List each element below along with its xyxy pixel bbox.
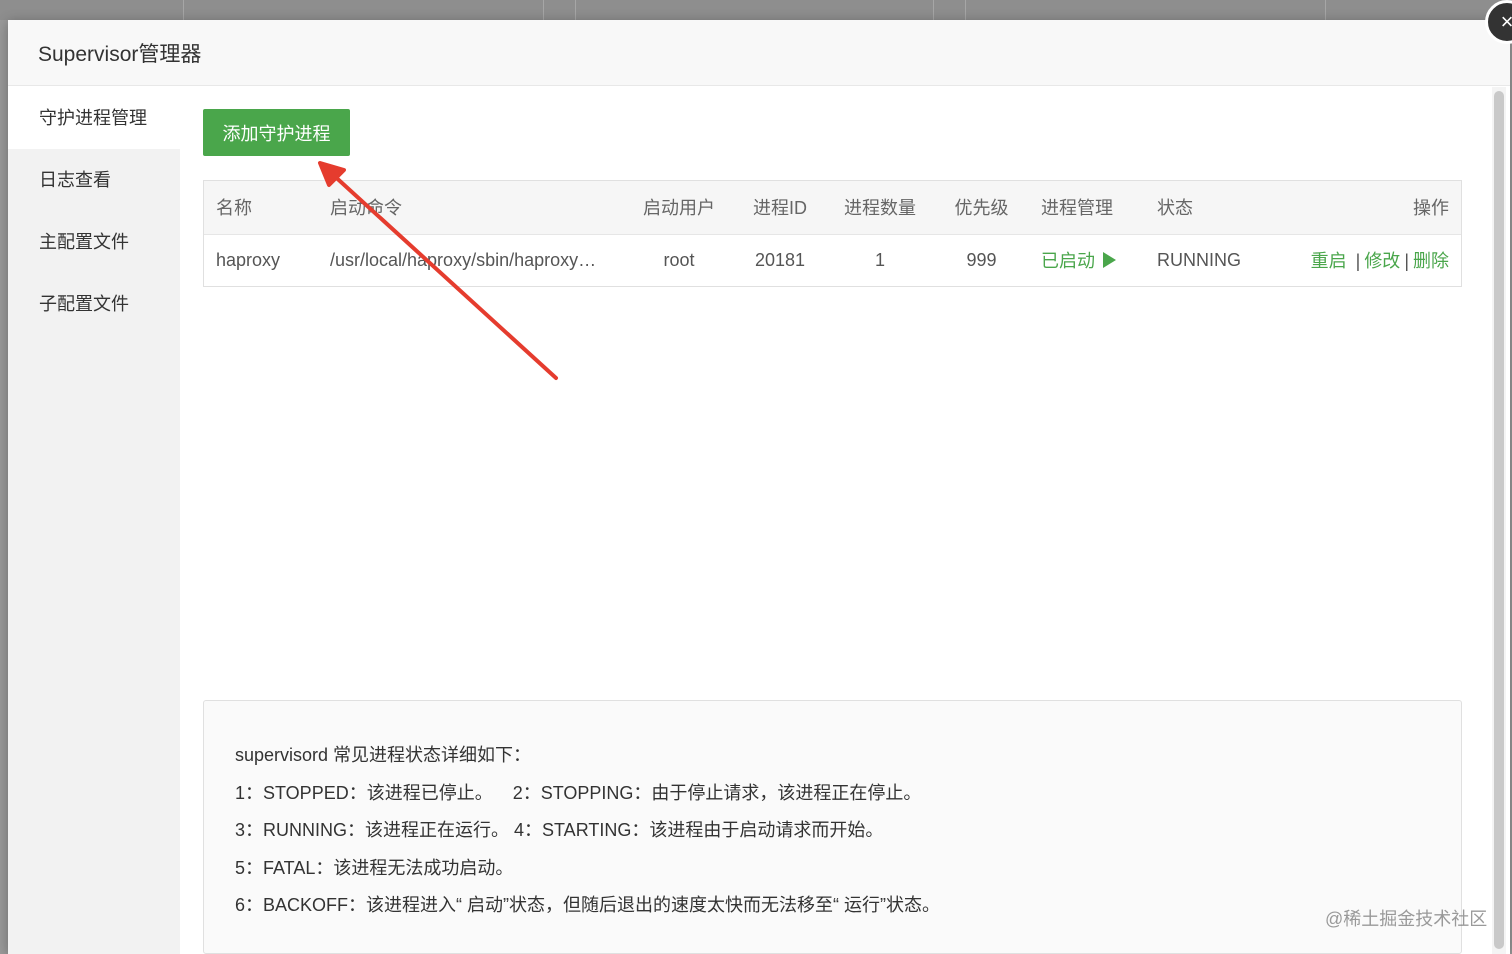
cell-manage[interactable]: 已启动 [1029, 234, 1145, 286]
process-table: 名称 启动命令 启动用户 进程ID 进程数量 优先级 进程管理 状态 操作 ha… [204, 181, 1461, 286]
cell-actions: 重启 | 修改 | 删除 [1271, 234, 1461, 286]
modal-title: Supervisor管理器 [38, 42, 202, 66]
restart-link[interactable]: 重启 [1311, 251, 1347, 271]
header-actions: 操作 [1413, 198, 1449, 219]
table-row: haproxy /usr/local/haproxy/sbin/haproxy…… [204, 234, 1461, 286]
watermark: @稀土掘金技术社区 [1325, 909, 1488, 929]
sidebar-item-daemon-management[interactable]: 守护进程管理 [8, 87, 180, 149]
sidebar-item-label: 子配置文件 [39, 294, 129, 314]
add-daemon-button[interactable]: 添加守护进程 [203, 109, 350, 156]
header-user: 启动用户 [643, 198, 715, 219]
play-icon [1103, 252, 1116, 269]
modal-scrollbar[interactable] [1492, 87, 1506, 954]
sidebar-item-label: 主配置文件 [39, 232, 129, 252]
info-line: 6：BACKOFF：该进程进入“ 启动”状态，但随后退出的速度太快而无法移至“ … [235, 895, 940, 915]
started-status-label: 已启动 [1041, 251, 1095, 272]
scrollbar-thumb[interactable] [1494, 91, 1504, 949]
status-info-panel: supervisord 常见进程状态详细如下： 1：STOPPED：该进程已停止… [203, 700, 1462, 954]
cell-status: RUNNING [1157, 249, 1241, 270]
cell-priority: 999 [966, 249, 997, 270]
cell-count: 1 [874, 249, 885, 270]
cell-name: haproxy [216, 249, 281, 270]
info-line: 3：RUNNING：该进程正在运行。 4：STARTING：该进程由于启动请求而… [235, 820, 884, 840]
action-separator: | [1404, 251, 1409, 272]
edit-link[interactable]: 修改 [1364, 251, 1400, 271]
info-line: supervisord 常见进程状态详细如下： [235, 745, 532, 765]
modal-header: Supervisor管理器 [8, 20, 1510, 86]
main-content: 添加守护进程 名称 启动命令 启动用户 进程ID 进程数量 优先级 进程管理 状… [180, 87, 1486, 954]
table-header-row: 名称 启动命令 启动用户 进程ID 进程数量 优先级 进程管理 状态 操作 [204, 181, 1461, 234]
info-line: 1：STOPPED：该进程已停止。 2：STOPPING：由于停止请求，该进程正… [235, 782, 922, 803]
page-backdrop [0, 0, 1512, 20]
process-table-container: 名称 启动命令 启动用户 进程ID 进程数量 优先级 进程管理 状态 操作 ha… [203, 180, 1462, 287]
header-status: 状态 [1157, 198, 1193, 219]
delete-link[interactable]: 删除 [1413, 251, 1449, 271]
cell-user: root [663, 249, 695, 270]
cell-command: /usr/local/haproxy/sbin/haproxy… [330, 249, 597, 270]
action-separator: | [1355, 251, 1361, 272]
header-name: 名称 [216, 198, 252, 219]
sidebar-item-log-view[interactable]: 日志查看 [8, 149, 180, 211]
sidebar-item-main-config[interactable]: 主配置文件 [8, 211, 180, 273]
sidebar-item-label: 日志查看 [39, 170, 111, 190]
sidebar-item-sub-config[interactable]: 子配置文件 [8, 273, 180, 335]
header-count: 进程数量 [844, 198, 916, 219]
sidebar-item-label: 守护进程管理 [39, 108, 147, 128]
info-line: 5：FATAL：该进程无法成功启动。 [235, 857, 514, 878]
header-priority: 优先级 [954, 198, 1009, 219]
header-manage: 进程管理 [1041, 198, 1113, 219]
header-command: 启动命令 [330, 198, 402, 219]
supervisor-modal: Supervisor管理器 守护进程管理 日志查看 主配置文件 子配置文件 添加… [8, 20, 1510, 954]
sidebar: 守护进程管理 日志查看 主配置文件 子配置文件 [8, 87, 180, 954]
cell-pid: 20181 [754, 249, 806, 270]
header-pid: 进程ID [753, 198, 807, 219]
